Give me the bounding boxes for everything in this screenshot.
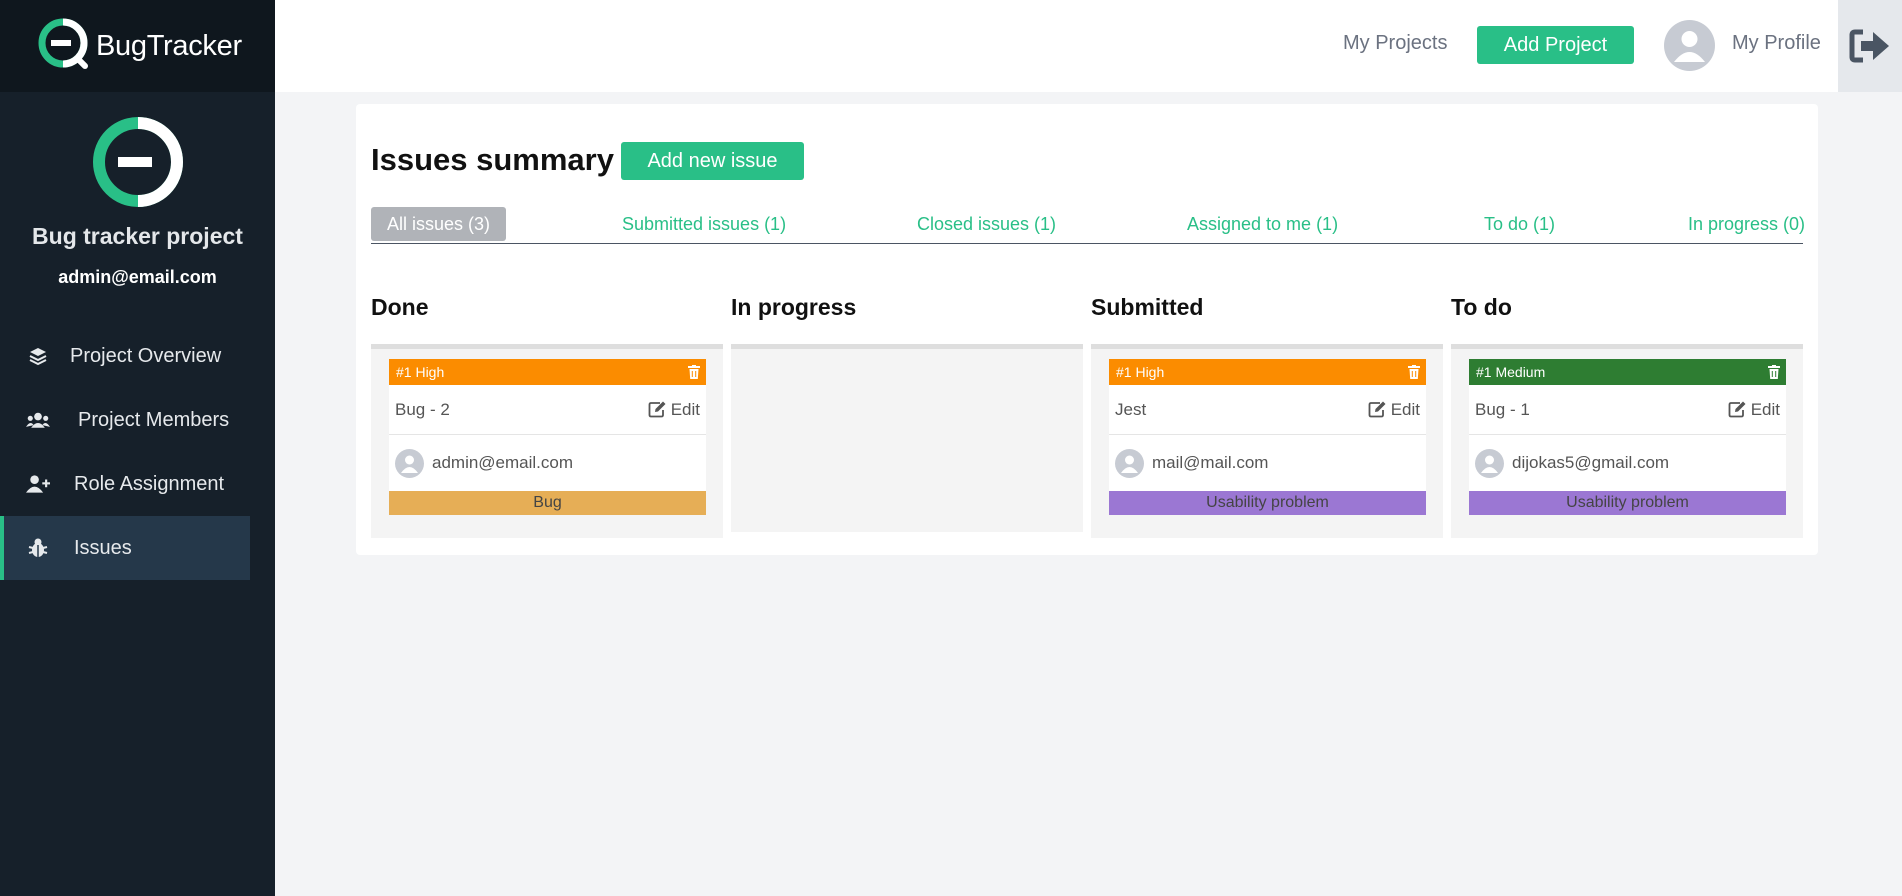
project-email: admin@email.com (58, 267, 217, 287)
brand-title: BugTracker (96, 29, 242, 62)
assignee-row: mail@mail.com (1109, 435, 1426, 491)
trash-icon[interactable] (688, 365, 700, 379)
user-plus-icon (26, 472, 50, 496)
assignee-email: dijokas5@gmail.com (1512, 453, 1670, 472)
layers-icon (26, 344, 50, 368)
add-new-issue-button[interactable]: Add new issue (621, 142, 804, 180)
page-title: Issues summary (371, 142, 614, 177)
avatar (1475, 448, 1504, 478)
add-project-button[interactable]: Add Project (1477, 26, 1634, 64)
column-submitted: #1 High Jest Edit mail@mail.com Usabilit… (1091, 344, 1443, 538)
sidebar-item-label: Role Assignment (74, 472, 225, 495)
sidebar-nav: Project Overview Project Members Role As… (0, 324, 250, 580)
trash-icon[interactable] (1408, 365, 1420, 379)
sign-out-icon (1849, 29, 1889, 63)
issue-title-row: Jest Edit (1109, 385, 1426, 435)
priority-label: #1 Medium (1476, 364, 1546, 380)
my-projects-link[interactable]: My Projects (1343, 32, 1447, 55)
sidebar-item-project-members[interactable]: Project Members (0, 388, 250, 452)
issue-filter-tabs: All issues (3) Submitted issues (1) Clos… (371, 202, 1805, 244)
avatar[interactable] (1664, 20, 1715, 71)
bug-icon (26, 536, 50, 560)
brand-header[interactable]: BugTracker (0, 0, 275, 92)
edit-button[interactable]: Edit (1368, 400, 1420, 420)
issue-type-tag: Usability problem (1469, 491, 1786, 515)
assignee-email: mail@mail.com (1152, 453, 1269, 472)
top-bar: My Projects Add Project My Profile (275, 0, 1902, 92)
tab-all-issues[interactable]: All issues (3) (371, 207, 507, 241)
column-title-to-do: To do (1451, 294, 1512, 320)
sidebar-item-label: Project Members (78, 408, 230, 431)
issue-card[interactable]: #1 Medium Bug - 1 Edit dijokas5@gmail.co… (1469, 359, 1786, 515)
column-done: #1 High Bug - 2 Edit admin@email.com Bug (371, 344, 723, 538)
edit-icon (1728, 401, 1746, 418)
assignee-row: admin@email.com (389, 435, 706, 491)
sidebar: BugTracker Bug tracker project admin@ema… (0, 0, 275, 896)
tab-assigned-to-me[interactable]: Assigned to me (1) (1187, 207, 1338, 241)
users-icon (26, 408, 50, 432)
issue-title: Jest (1115, 399, 1147, 419)
edit-label: Edit (1390, 399, 1420, 419)
edit-button[interactable]: Edit (1728, 400, 1780, 420)
column-to-do: #1 Medium Bug - 1 Edit dijokas5@gmail.co… (1451, 344, 1803, 538)
tab-submitted-issues[interactable]: Submitted issues (1) (622, 207, 786, 241)
issue-title: Bug - 1 (1475, 399, 1530, 419)
edit-icon (648, 401, 666, 418)
logout-button[interactable] (1838, 0, 1902, 92)
column-in-progress (731, 344, 1083, 532)
sidebar-item-label: Issues (74, 536, 132, 559)
tab-in-progress[interactable]: In progress (0) (1688, 207, 1805, 241)
tab-closed-issues[interactable]: Closed issues (1) (917, 207, 1056, 241)
sidebar-item-role-assignment[interactable]: Role Assignment (0, 452, 250, 516)
issue-card[interactable]: #1 High Bug - 2 Edit admin@email.com Bug (389, 359, 706, 515)
sidebar-item-issues[interactable]: Issues (0, 516, 250, 580)
sidebar-item-label: Project Overview (70, 344, 222, 367)
edit-button[interactable]: Edit (648, 400, 700, 420)
column-title-in-progress: In progress (731, 294, 857, 320)
issue-title-row: Bug - 1 Edit (1469, 385, 1786, 435)
issues-panel: Issues summary Add new issue All issues … (356, 104, 1818, 555)
trash-icon[interactable] (1768, 365, 1780, 379)
my-profile-link[interactable]: My Profile (1732, 32, 1821, 55)
issue-type-tag: Bug (389, 491, 706, 515)
project-logo-icon (92, 117, 183, 207)
tab-to-do[interactable]: To do (1) (1484, 207, 1555, 241)
column-title-submitted: Submitted (1091, 294, 1204, 320)
sidebar-item-project-overview[interactable]: Project Overview (0, 324, 250, 388)
avatar (395, 448, 424, 478)
priority-header: #1 Medium (1469, 359, 1786, 385)
priority-header: #1 High (389, 359, 706, 385)
issue-card[interactable]: #1 High Jest Edit mail@mail.com Usabilit… (1109, 359, 1426, 515)
edit-icon (1368, 401, 1386, 418)
assignee-email: admin@email.com (432, 453, 574, 472)
avatar (1115, 448, 1144, 478)
edit-label: Edit (1750, 399, 1780, 419)
priority-label: #1 High (1116, 364, 1165, 380)
issue-title-row: Bug - 2 Edit (389, 385, 706, 435)
edit-label: Edit (670, 399, 700, 419)
issue-type-tag: Usability problem (1109, 491, 1426, 515)
issue-title: Bug - 2 (395, 399, 450, 419)
column-title-done: Done (371, 294, 429, 320)
project-name: Bug tracker project (32, 223, 243, 249)
priority-header: #1 High (1109, 359, 1426, 385)
priority-label: #1 High (396, 364, 445, 380)
assignee-row: dijokas5@gmail.com (1469, 435, 1786, 491)
bugtracker-logo-icon (38, 18, 88, 69)
